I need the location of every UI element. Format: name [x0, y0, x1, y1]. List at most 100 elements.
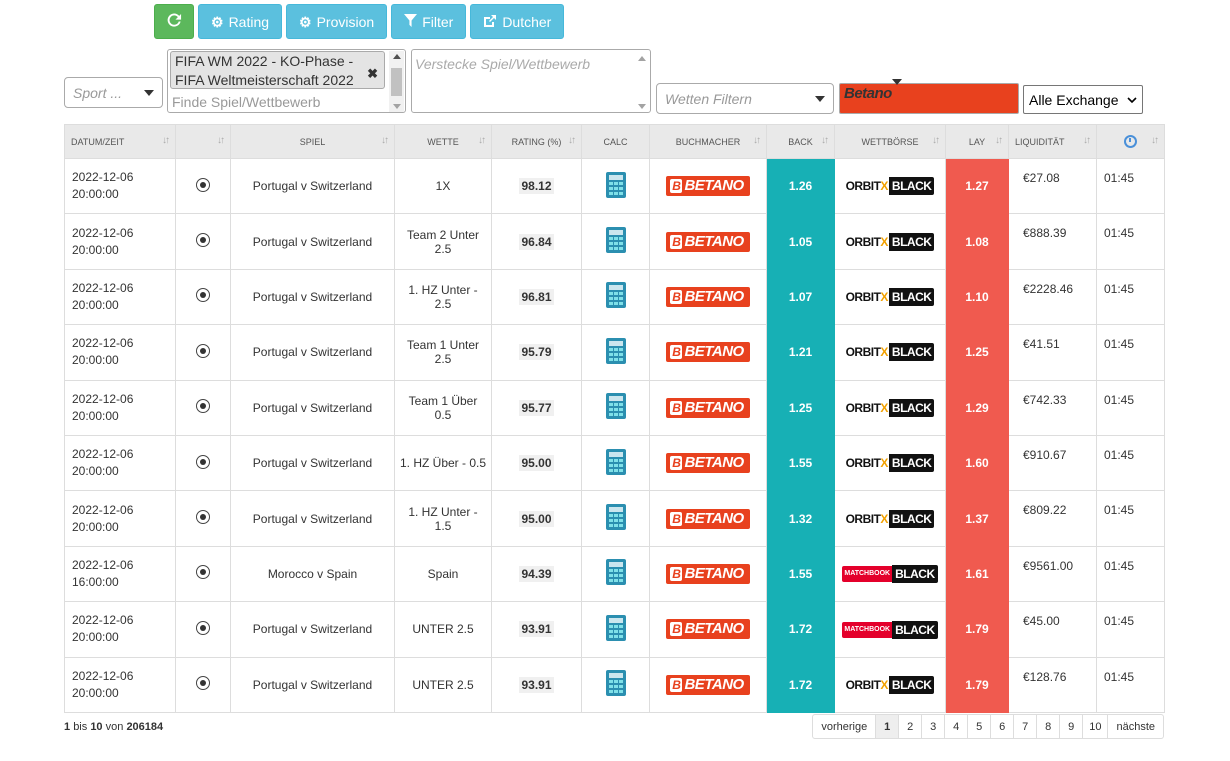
calculator-icon[interactable]	[605, 559, 626, 586]
back-odds-cell[interactable]: 1.32	[766, 490, 835, 547]
header-sport[interactable]: ↓↑	[175, 124, 231, 159]
sort-icon[interactable]: ↓↑	[381, 135, 389, 146]
betano-logo[interactable]: B BETANO	[666, 342, 750, 363]
scroll-down-icon[interactable]	[638, 104, 646, 109]
bet-filter-placeholder: Wetten Filtern	[665, 90, 752, 107]
calculator-icon[interactable]	[605, 614, 626, 641]
scroll-down-icon[interactable]	[393, 104, 401, 109]
sort-icon[interactable]: ↓↑	[478, 135, 486, 146]
refresh-button[interactable]	[154, 4, 194, 39]
sort-icon[interactable]: ↓↑	[162, 135, 170, 146]
header-liquidity[interactable]: LIQUIDITÄT ↓↑	[1008, 124, 1097, 159]
scrollbar-thumb[interactable]	[391, 68, 402, 96]
page-button[interactable]: 4	[945, 714, 969, 739]
find-game-input[interactable]: Finde Spiel/Wettbewerb	[172, 94, 320, 110]
exchange-select[interactable]: Alle Exchange	[1023, 85, 1143, 114]
bookmaker-name: BETANO	[684, 398, 744, 416]
calculator-icon[interactable]	[605, 337, 626, 364]
betano-logo[interactable]: B BETANO	[666, 231, 750, 252]
header-age[interactable]: ↓↑	[1096, 124, 1165, 159]
sort-icon[interactable]: ↓↑	[821, 135, 829, 146]
calculator-icon[interactable]	[605, 448, 626, 475]
header-lay[interactable]: LAY ↓↑	[945, 124, 1009, 159]
betano-logo[interactable]: B BETANO	[666, 563, 750, 584]
bookmaker-select[interactable]: Betano	[839, 79, 1019, 114]
header-game[interactable]: SPIEL ↓↑	[230, 124, 395, 159]
lay-odds-cell[interactable]: 1.61	[945, 545, 1009, 603]
sort-icon[interactable]: ↓↑	[995, 135, 1003, 146]
betano-logo[interactable]: B BETANO	[666, 619, 750, 640]
page-button[interactable]: 3	[922, 714, 946, 739]
prev-page-button[interactable]: vorherige	[812, 714, 877, 739]
bet-filter-select[interactable]: Wetten Filtern	[656, 83, 834, 114]
calculator-icon[interactable]	[605, 171, 626, 198]
header-back[interactable]: BACK ↓↑	[766, 124, 835, 159]
lay-odds-cell[interactable]: 1.37	[945, 490, 1009, 547]
page-button[interactable]: 1	[876, 714, 900, 739]
back-odds-cell[interactable]: 1.72	[766, 656, 835, 713]
bookmaker-name: BETANO	[684, 620, 744, 638]
calculator-icon[interactable]	[605, 282, 626, 309]
page-button[interactable]: 5	[968, 714, 992, 739]
page-button[interactable]: 9	[1060, 714, 1084, 739]
next-page-button[interactable]: nächste	[1108, 714, 1164, 739]
header-bookmaker[interactable]: BUCHMACHER ↓↑	[649, 124, 767, 159]
page-button[interactable]: 2	[899, 714, 923, 739]
rating-button[interactable]: ⚙ Rating	[198, 4, 283, 39]
sport-select[interactable]: Sport ...	[64, 77, 163, 108]
calculator-icon[interactable]	[605, 393, 626, 420]
age-cell: 01:45	[1096, 379, 1165, 436]
calculator-icon[interactable]	[605, 504, 626, 531]
provision-button[interactable]: ⚙ Provision	[286, 4, 388, 39]
betano-logo[interactable]: B BETANO	[666, 176, 750, 197]
back-odds-cell[interactable]: 1.72	[766, 601, 835, 658]
betano-logo[interactable]: B BETANO	[666, 286, 750, 307]
scroll-up-icon[interactable]	[638, 56, 646, 61]
sort-icon[interactable]: ↓↑	[753, 135, 761, 146]
betano-logo[interactable]: B BETANO	[666, 397, 750, 418]
sort-icon[interactable]: ↓↑	[1083, 135, 1091, 146]
header-bet[interactable]: WETTE ↓↑	[394, 124, 492, 159]
back-odds-cell[interactable]: 1.07	[766, 268, 835, 326]
bookmaker-selected: Betano	[844, 85, 892, 102]
betano-logo[interactable]: B BETANO	[666, 453, 750, 474]
sort-icon[interactable]: ↓↑	[1151, 135, 1159, 146]
page-button[interactable]: 6	[991, 714, 1015, 739]
lay-odds-cell[interactable]: 1.29	[945, 379, 1009, 436]
back-odds-cell[interactable]: 1.26	[766, 157, 835, 215]
lay-odds-cell[interactable]: 1.08	[945, 213, 1009, 270]
lay-odds-cell[interactable]: 1.79	[945, 601, 1009, 658]
calculator-icon[interactable]	[605, 227, 626, 254]
back-odds-cell[interactable]: 1.55	[766, 545, 835, 603]
dutcher-button[interactable]: Dutcher	[470, 4, 565, 39]
calculator-icon[interactable]	[605, 670, 626, 697]
sort-icon[interactable]: ↓↑	[932, 135, 940, 146]
sort-icon[interactable]: ↓↑	[217, 135, 225, 146]
lay-odds-cell[interactable]: 1.25	[945, 324, 1009, 381]
sort-desc-icon[interactable]: ↓↑	[568, 135, 576, 146]
orbitx-logo-text: ORBITX	[846, 678, 889, 692]
lay-odds-cell[interactable]: 1.79	[945, 656, 1009, 713]
remove-tag-icon[interactable]: ✖	[367, 64, 378, 83]
filter-button[interactable]: Filter	[391, 4, 467, 39]
page-button[interactable]: 10	[1083, 714, 1109, 739]
header-exchange[interactable]: WETTBÖRSE ↓↑	[834, 124, 946, 159]
lay-odds-cell[interactable]: 1.27	[945, 157, 1009, 215]
page-button[interactable]: 8	[1037, 714, 1061, 739]
betano-logo[interactable]: B BETANO	[666, 508, 750, 529]
betano-logo[interactable]: B BETANO	[666, 674, 750, 695]
bet-cell: 1. HZ Über - 0.5	[394, 434, 492, 492]
back-odds-cell[interactable]: 1.55	[766, 434, 835, 492]
back-odds-cell[interactable]: 1.05	[766, 213, 835, 270]
competition-multiselect[interactable]: FIFA WM 2022 - KO-Phase - FIFA Weltmeist…	[167, 49, 406, 113]
back-odds-cell[interactable]: 1.25	[766, 379, 835, 436]
lay-odds-cell[interactable]: 1.10	[945, 268, 1009, 326]
lay-odds-cell[interactable]: 1.60	[945, 434, 1009, 492]
header-rating[interactable]: RATING (%) ↓↑	[491, 124, 582, 159]
back-odds-cell[interactable]: 1.21	[766, 324, 835, 381]
header-date[interactable]: DATUM/ZEIT ↓↑	[64, 124, 176, 159]
hide-game-input[interactable]: Verstecke Spiel/Wettbewerb	[411, 49, 651, 113]
page-button[interactable]: 7	[1014, 714, 1038, 739]
scrollbar[interactable]	[389, 51, 404, 112]
scroll-up-icon[interactable]	[393, 54, 401, 59]
